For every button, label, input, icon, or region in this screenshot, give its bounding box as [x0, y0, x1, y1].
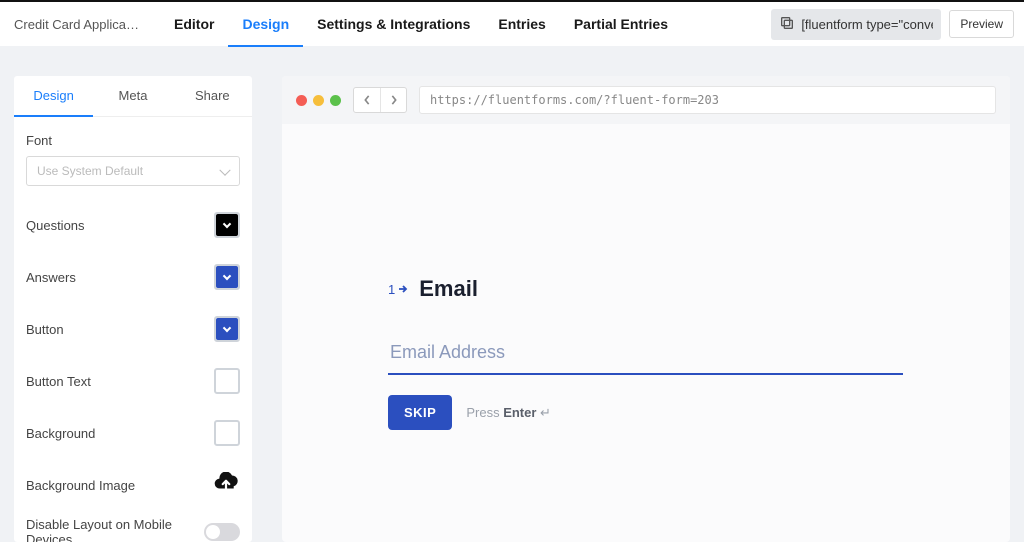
side-tab-design[interactable]: Design — [14, 76, 93, 117]
color-label-background: Background — [26, 426, 95, 441]
toggle-mobile[interactable] — [204, 523, 240, 541]
color-swatch-questions[interactable] — [214, 212, 240, 238]
side-tab-meta[interactable]: Meta — [93, 76, 172, 117]
email-input[interactable] — [388, 336, 903, 375]
shortcode-text: [fluentform type="conver — [801, 17, 933, 32]
enter-key-icon: ↵ — [536, 405, 551, 420]
traffic-light-min-icon — [313, 95, 324, 106]
color-label-answers: Answers — [26, 270, 76, 285]
color-swatch-button-text[interactable] — [214, 368, 240, 394]
preview-button[interactable]: Preview — [949, 10, 1014, 38]
color-swatch-button[interactable] — [214, 316, 240, 342]
chevron-down-icon — [223, 272, 231, 280]
tab-design[interactable]: Design — [228, 2, 303, 46]
form-name: Credit Card Applica… — [14, 17, 154, 32]
font-select[interactable]: Use System Default — [26, 156, 240, 186]
address-bar: https://fluentforms.com/?fluent-form=203 — [419, 86, 996, 114]
nav-forward-button[interactable] — [380, 88, 406, 112]
tab-entries[interactable]: Entries — [484, 2, 559, 46]
design-sidebar: Design Meta Share Font Use System Defaul… — [14, 76, 252, 542]
chevron-down-icon — [223, 220, 231, 228]
tab-settings[interactable]: Settings & Integrations — [303, 2, 484, 46]
toggle-label-mobile: Disable Layout on Mobile Devices — [26, 517, 176, 542]
bg-image-label: Background Image — [26, 478, 135, 493]
preview-canvas: https://fluentforms.com/?fluent-form=203… — [282, 76, 1010, 542]
side-tab-share[interactable]: Share — [173, 76, 252, 117]
traffic-light-close-icon — [296, 95, 307, 106]
main-tabs: Editor Design Settings & Integrations En… — [160, 2, 682, 46]
arrow-right-icon — [397, 283, 409, 295]
question-label: Email — [419, 276, 478, 302]
enter-hint: Press Enter ↵ — [466, 405, 551, 421]
traffic-light-max-icon — [330, 95, 341, 106]
color-label-button-text: Button Text — [26, 374, 91, 389]
color-swatch-answers[interactable] — [214, 264, 240, 290]
shortcode-box[interactable]: [fluentform type="conver — [771, 9, 941, 40]
chevron-down-icon — [223, 324, 231, 332]
copy-icon — [779, 15, 795, 34]
nav-back-button[interactable] — [354, 88, 380, 112]
skip-button[interactable]: SKIP — [388, 395, 452, 430]
color-swatch-background[interactable] — [214, 420, 240, 446]
tab-partial-entries[interactable]: Partial Entries — [560, 2, 682, 46]
color-label-button: Button — [26, 322, 64, 337]
font-label: Font — [26, 133, 240, 148]
color-label-questions: Questions — [26, 218, 85, 233]
upload-icon[interactable] — [212, 472, 240, 499]
question-number: 1 — [388, 282, 409, 297]
tab-editor[interactable]: Editor — [160, 2, 228, 46]
browser-chrome: https://fluentforms.com/?fluent-form=203 — [282, 76, 1010, 124]
